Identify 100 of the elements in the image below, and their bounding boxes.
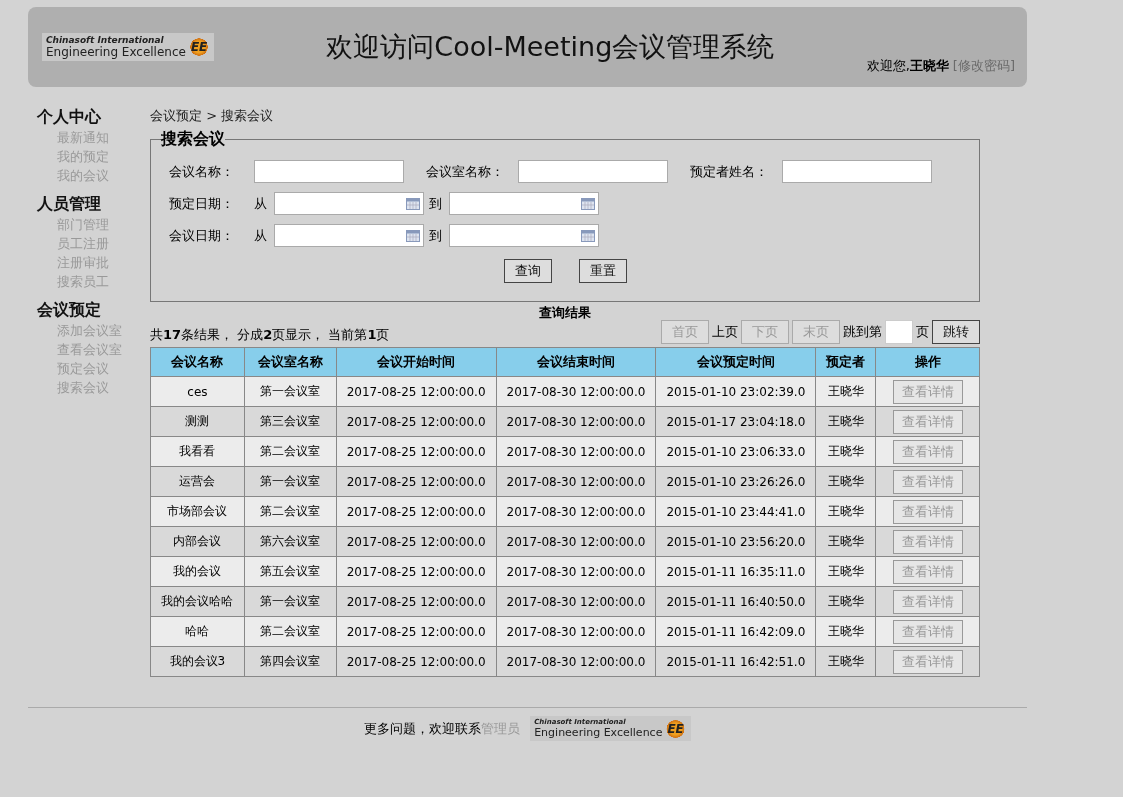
sidebar-link[interactable]: 搜索会议 [37, 378, 150, 397]
panel-title: 搜索会议 [161, 129, 225, 150]
sidebar-link[interactable]: 注册审批 [37, 253, 150, 272]
table-cell: 2017-08-25 12:00:00.0 [336, 556, 497, 587]
details-button[interactable]: 查看详情 [892, 469, 963, 494]
table-cell: 2017-08-30 12:00:00.0 [496, 466, 656, 497]
table-cell: 王晓华 [815, 406, 876, 437]
column-header: 会议室名称 [244, 347, 337, 377]
date-field[interactable] [449, 224, 599, 247]
calendar-icon[interactable] [581, 229, 595, 242]
calendar-icon[interactable] [406, 229, 420, 242]
table-cell: 2017-08-25 12:00:00.0 [336, 526, 497, 557]
column-header: 预定者 [815, 347, 876, 377]
details-button[interactable]: 查看详情 [892, 559, 963, 584]
from-label: 从 [254, 194, 267, 213]
table-cell: 2015-01-11 16:42:09.0 [655, 616, 816, 647]
welcome-text: 欢迎您, [866, 57, 910, 75]
table-cell: 2017-08-25 12:00:00.0 [336, 406, 497, 437]
details-button[interactable]: 查看详情 [892, 409, 963, 434]
table-cell: 2017-08-30 12:00:00.0 [496, 646, 656, 677]
table-cell: 第二会议室 [244, 496, 337, 527]
table-cell: 王晓华 [815, 556, 876, 587]
table-cell: 哈哈 [150, 616, 245, 647]
to-label: 到 [429, 226, 442, 245]
details-button[interactable]: 查看详情 [892, 499, 963, 524]
from-label: 从 [254, 226, 267, 245]
change-password-link[interactable]: [修改密码] [952, 57, 1015, 75]
sidebar-heading: 会议预定 [37, 300, 102, 321]
column-header: 会议结束时间 [496, 347, 656, 377]
text-field[interactable] [518, 160, 668, 183]
date-field[interactable] [274, 192, 424, 215]
text-field[interactable] [254, 160, 404, 183]
pager-text: 页 [916, 323, 929, 341]
table-cell: 2015-01-11 16:35:11.0 [655, 556, 816, 587]
table-cell: 2017-08-25 12:00:00.0 [336, 436, 497, 467]
field-label: 会议名称： [169, 162, 234, 181]
table-cell: 2015-01-10 23:02:39.0 [655, 376, 816, 407]
calendar-icon[interactable] [406, 197, 420, 210]
table-cell: 2017-08-25 12:00:00.0 [336, 646, 497, 677]
details-button[interactable]: 查看详情 [892, 379, 963, 404]
table-cell: ces [150, 376, 245, 407]
table-cell: 2015-01-11 16:40:50.0 [655, 586, 816, 617]
field-label: 预定者姓名： [690, 162, 768, 181]
table-cell: 2017-08-25 12:00:00.0 [336, 616, 497, 647]
table-cell: 2017-08-30 12:00:00.0 [496, 556, 656, 587]
table-cell: 第二会议室 [244, 616, 337, 647]
table-cell: 2017-08-25 12:00:00.0 [336, 586, 497, 617]
date-field[interactable] [449, 192, 599, 215]
to-label: 到 [429, 194, 442, 213]
table-cell: 2017-08-30 12:00:00.0 [496, 496, 656, 527]
table-cell: 第六会议室 [244, 526, 337, 557]
table-cell: 王晓华 [815, 496, 876, 527]
details-button[interactable]: 查看详情 [892, 439, 963, 464]
details-button[interactable]: 查看详情 [892, 619, 963, 644]
table-cell: 运营会 [150, 466, 245, 497]
table-cell: 2017-08-30 12:00:00.0 [496, 586, 656, 617]
column-header: 会议开始时间 [336, 347, 497, 377]
field-label: 预定日期： [169, 194, 234, 213]
table-cell: 2017-08-25 12:00:00.0 [336, 466, 497, 497]
table-cell: 我的会议 [150, 556, 245, 587]
page-number-field[interactable] [885, 320, 913, 344]
table-cell: 2015-01-10 23:06:33.0 [655, 436, 816, 467]
breadcrumb: 会议预定 > 搜索会议 [150, 107, 275, 125]
table-cell: 2017-08-30 12:00:00.0 [496, 406, 656, 437]
table-cell: 内部会议 [150, 526, 245, 557]
table-cell: 2015-01-10 23:56:20.0 [655, 526, 816, 557]
sidebar-heading: 人员管理 [37, 194, 102, 215]
page-title: 欢迎访问Cool-Meeting会议管理系统 [326, 30, 775, 64]
results-caption: 查询结果 [538, 304, 592, 322]
column-header: 会议预定时间 [655, 347, 816, 377]
column-header: 会议名称 [150, 347, 245, 377]
date-field[interactable] [274, 224, 424, 247]
table-cell: 王晓华 [815, 376, 876, 407]
table-cell: 第五会议室 [244, 556, 337, 587]
details-button[interactable]: 查看详情 [892, 589, 963, 614]
pager-button[interactable]: 跳转 [932, 320, 980, 344]
pager-text: 上页 [712, 323, 738, 341]
field-label: 会议室名称： [426, 162, 504, 181]
user-name: 王晓华 [909, 57, 949, 75]
table-cell: 王晓华 [815, 586, 876, 617]
text-field[interactable] [782, 160, 932, 183]
results-summary: 共17条结果， 分成2页显示， 当前第1页 [150, 326, 390, 344]
query-button[interactable]: 查询 [503, 259, 552, 283]
table-cell: 王晓华 [815, 646, 876, 677]
table-cell: 市场部会议 [150, 496, 245, 527]
table-cell: 2017-08-30 12:00:00.0 [496, 616, 656, 647]
table-cell: 2017-08-30 12:00:00.0 [496, 526, 656, 557]
calendar-icon[interactable] [581, 197, 595, 210]
table-cell: 第一会议室 [244, 376, 337, 407]
reset-button[interactable]: 重置 [578, 259, 627, 283]
table-cell: 我看看 [150, 436, 245, 467]
details-button[interactable]: 查看详情 [892, 529, 963, 554]
table-cell: 2017-08-25 12:00:00.0 [336, 496, 497, 527]
table-cell: 第一会议室 [244, 466, 337, 497]
table-cell: 我的会议哈哈 [150, 586, 245, 617]
table-cell: 2017-08-30 12:00:00.0 [496, 376, 656, 407]
details-button[interactable]: 查看详情 [892, 649, 963, 674]
field-label: 会议日期： [169, 226, 234, 245]
table-cell: 我的会议3 [150, 646, 245, 677]
table-cell: 第一会议室 [244, 586, 337, 617]
